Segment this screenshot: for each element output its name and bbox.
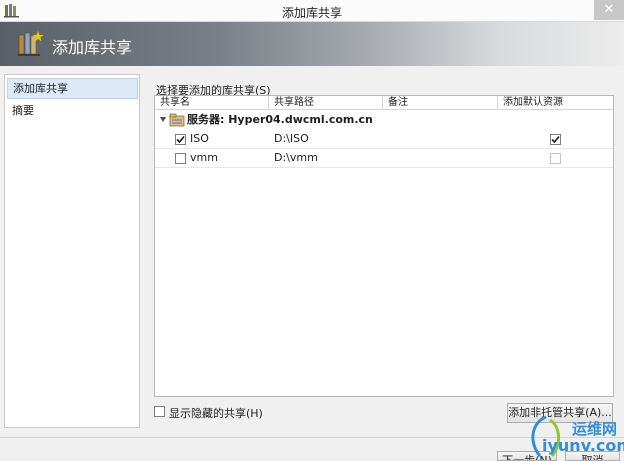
share-select-checkbox[interactable] [175, 153, 186, 164]
col-share-path[interactable]: 共享路径 [269, 96, 383, 109]
grid-header: 共享名 共享路径 备注 添加默认资源 [155, 96, 613, 110]
wizard-header: 添加库共享 [0, 22, 624, 66]
wizard-title: 添加库共享 [52, 38, 133, 57]
wizard-nav: 添加库共享 摘要 [4, 74, 140, 428]
share-name: vmm [190, 151, 218, 164]
checkmark-icon [551, 135, 560, 144]
add-default-checkbox[interactable] [550, 134, 561, 145]
checkmark-icon [176, 135, 185, 144]
watermark: 运维网 iyunv.com [520, 410, 624, 461]
library-share-icon [18, 31, 44, 56]
col-note[interactable]: 备注 [383, 96, 498, 109]
nav-item-summary[interactable]: 摘要 [7, 100, 138, 121]
window-title: 添加库共享 [281, 6, 342, 20]
table-row[interactable]: ISO D:\ISO [155, 130, 613, 149]
close-button[interactable]: ✕ [594, 0, 624, 20]
col-share-name[interactable]: 共享名 [155, 96, 269, 109]
col-add-default[interactable]: 添加默认资源 [498, 96, 613, 109]
server-label: 服务器: Hyper04.dwcml.com.cn [187, 113, 373, 126]
table-row[interactable]: vmm D:\vmm [155, 149, 613, 168]
add-default-checkbox [550, 153, 561, 164]
share-grid[interactable]: 共享名 共享路径 备注 添加默认资源 服务器: Hyper04.dwcml.co… [154, 95, 614, 397]
server-group-row[interactable]: 服务器: Hyper04.dwcml.com.cn [155, 111, 613, 129]
watermark-text-bottom: iyunv.com [542, 436, 624, 455]
server-icon [169, 113, 185, 127]
share-path: D:\vmm [274, 151, 318, 164]
share-name: ISO [190, 132, 209, 145]
show-hidden-label[interactable]: 显示隐藏的共享(H) [169, 405, 263, 421]
show-hidden-checkbox[interactable] [154, 406, 165, 417]
title-bar: 添加库共享 ✕ [0, 0, 624, 22]
expand-collapse-icon[interactable] [160, 117, 166, 122]
share-select-checkbox[interactable] [175, 134, 186, 145]
nav-item-add-share[interactable]: 添加库共享 [7, 78, 138, 99]
share-path: D:\ISO [274, 132, 309, 145]
close-icon: ✕ [603, 2, 615, 17]
